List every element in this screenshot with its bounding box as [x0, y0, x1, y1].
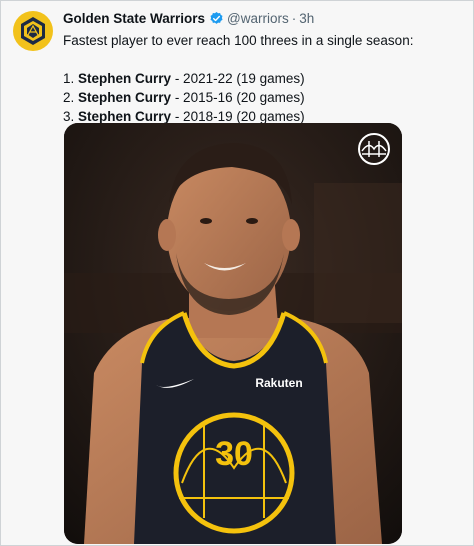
tweet-intro: Fastest player to ever reach 100 threes …: [63, 33, 414, 48]
tweet-text: Fastest player to ever reach 100 threes …: [63, 31, 463, 126]
avatar[interactable]: [13, 11, 53, 51]
author-handle[interactable]: @warriors: [227, 11, 289, 26]
separator-dot: ·: [291, 11, 297, 26]
ranking-list: 1. Stephen Curry - 2021-22 (19 games) 2.…: [63, 69, 463, 126]
list-detail: - 2021-22 (19 games): [171, 71, 305, 86]
list-detail: - 2015-16 (20 games): [171, 90, 305, 105]
tweet-header: Golden State Warriors @warriors · 3h: [63, 11, 314, 26]
timestamp[interactable]: 3h: [299, 11, 314, 26]
player-photo: 30 Rakuten: [64, 123, 402, 544]
list-player: Stephen Curry: [78, 109, 172, 124]
tweet-media-image[interactable]: 30 Rakuten: [64, 123, 402, 544]
warriors-logo-icon: [21, 17, 45, 45]
bridge-logo-icon: [358, 133, 390, 165]
verified-badge-icon: [209, 11, 224, 26]
jersey-number: 30: [215, 435, 253, 473]
jersey-sponsor: Rakuten: [255, 376, 302, 390]
author-name[interactable]: Golden State Warriors: [63, 11, 205, 26]
tweet-card: Golden State Warriors @warriors · 3h Fas…: [0, 0, 474, 546]
list-item: 1. Stephen Curry - 2021-22 (19 games): [63, 69, 463, 88]
list-detail: - 2018-19 (20 games): [171, 109, 305, 124]
list-rank: 1.: [63, 71, 75, 86]
list-player: Stephen Curry: [78, 90, 172, 105]
list-rank: 2.: [63, 90, 75, 105]
list-player: Stephen Curry: [78, 71, 172, 86]
list-item: 2. Stephen Curry - 2015-16 (20 games): [63, 88, 463, 107]
list-rank: 3.: [63, 109, 75, 124]
